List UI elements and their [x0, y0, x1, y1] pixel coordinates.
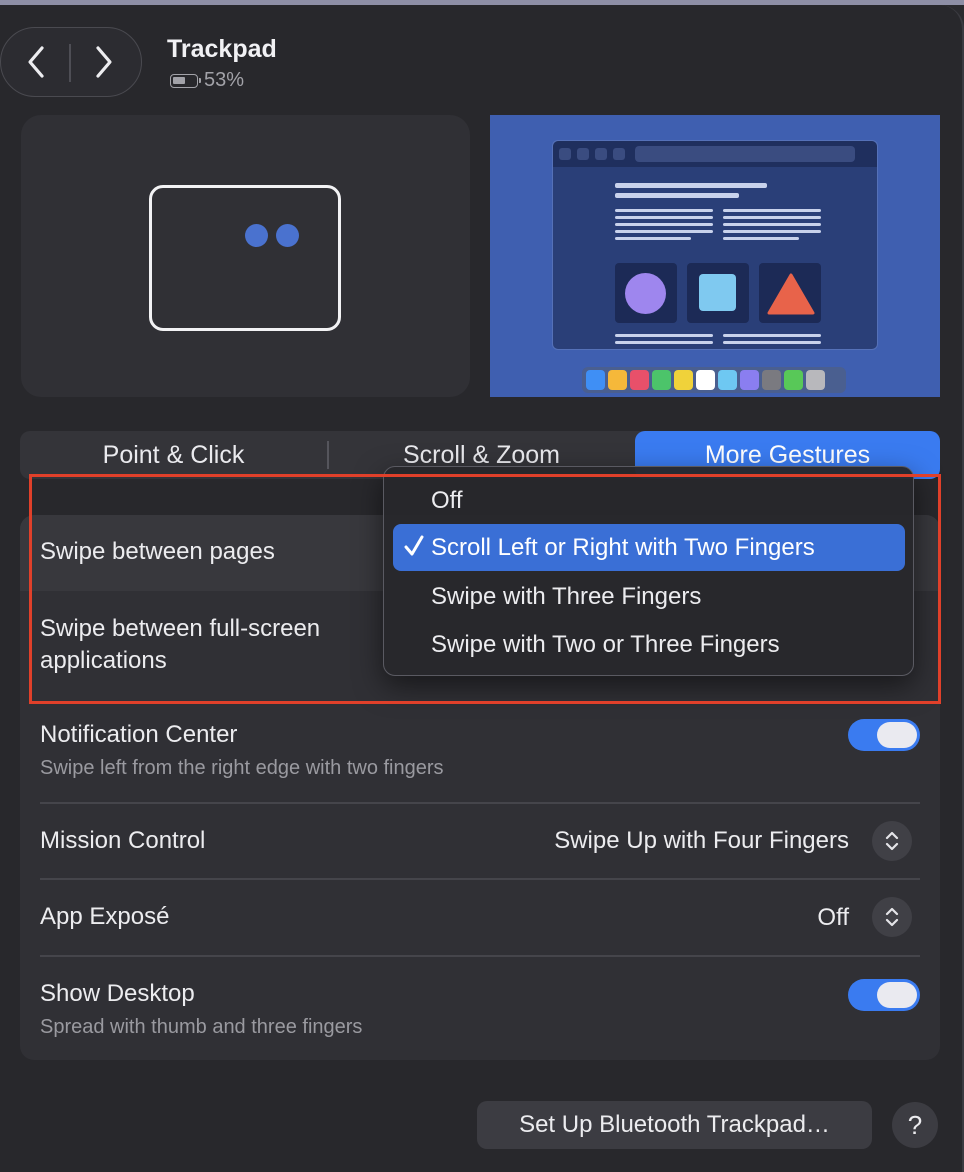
app-expose-stepper[interactable] [872, 897, 912, 937]
app-expose-value[interactable]: Off [817, 902, 849, 934]
preview-toolbar [553, 141, 877, 167]
preview-dock [582, 367, 846, 393]
chevron-right-icon [96, 46, 112, 78]
mission-control-label: Mission Control [40, 827, 206, 854]
dock-app-icon [586, 370, 605, 390]
preview-text-line [723, 341, 821, 344]
preview-text-line [615, 209, 713, 212]
mission-control-stepper[interactable] [872, 821, 912, 861]
preview-circle-tile [615, 263, 677, 323]
swipe-pages-label: Swipe between pages [40, 538, 275, 565]
preview-square-tile [687, 263, 749, 323]
preview-text-line [615, 223, 713, 226]
menu-item-two-fingers[interactable]: Scroll Left or Right with Two Fingers [393, 524, 905, 571]
preview-browser-window [552, 140, 878, 350]
dock-app-icon [674, 370, 693, 390]
menu-item-three-fingers[interactable]: Swipe with Three Fingers [393, 573, 905, 620]
preview-button [559, 148, 571, 160]
menu-item-off[interactable]: Off [393, 477, 905, 524]
back-button[interactable] [11, 38, 61, 86]
preview-text-line [723, 209, 821, 212]
preview-text-line [615, 341, 713, 344]
dock-app-icon [608, 370, 627, 390]
preview-button [613, 148, 625, 160]
chevron-up-down-icon [885, 831, 899, 851]
preview-triangle-tile [759, 263, 821, 323]
navigation-group [0, 27, 142, 97]
circle-shape-icon [625, 273, 666, 314]
triangle-shape-icon [767, 273, 815, 315]
square-shape-icon [699, 274, 736, 311]
preview-text-line [615, 193, 739, 198]
show-desktop-description: Spread with thumb and three fingers [40, 1016, 363, 1038]
page-title: Trackpad [167, 35, 277, 63]
dock-app-icon [718, 370, 737, 390]
swipe-fullscreen-label-line1: Swipe between full-screen [40, 615, 321, 642]
notification-center-toggle[interactable] [848, 719, 920, 751]
preview-text-line [723, 223, 821, 226]
row-divider [40, 802, 920, 804]
battery-level: 53% [204, 69, 245, 91]
preview-text-line [615, 334, 713, 337]
menu-item-label: Scroll Left or Right with Two Fingers [431, 533, 815, 561]
preview-text-line [615, 230, 713, 233]
dock-app-icon [696, 370, 715, 390]
finger-dot [245, 224, 268, 247]
forward-button[interactable] [79, 38, 129, 86]
preview-text-line [615, 216, 713, 219]
preview-text-line [615, 237, 691, 240]
swipe-pages-dropdown-menu: Off Scroll Left or Right with Two Finger… [383, 466, 914, 676]
swipe-fullscreen-label-line2: applications [40, 647, 167, 674]
settings-window: Trackpad 53% Point & Click Scroll & Zoom… [0, 5, 964, 1172]
nav-divider [69, 44, 71, 82]
show-desktop-toggle[interactable] [848, 979, 920, 1011]
finger-dot [276, 224, 299, 247]
preview-text-line [723, 237, 799, 240]
app-expose-label: App Exposé [40, 903, 170, 930]
dock-app-icon [784, 370, 803, 390]
gesture-illustration [21, 115, 470, 397]
preview-text-line [723, 334, 821, 337]
chevron-up-down-icon [885, 907, 899, 927]
preview-text-line [723, 230, 821, 233]
chevron-left-icon [28, 46, 44, 78]
battery-icon [170, 73, 201, 88]
row-divider [40, 955, 920, 957]
preview-text-line [723, 216, 821, 219]
preview-address-bar [635, 146, 855, 162]
row-divider [40, 878, 920, 880]
preview-text-line [615, 183, 767, 188]
dock-app-icon [806, 370, 825, 390]
dock-app-icon [740, 370, 759, 390]
help-button[interactable]: ? [892, 1102, 938, 1148]
menu-item-two-or-three-fingers[interactable]: Swipe with Two or Three Fingers [393, 621, 905, 668]
preview-button [577, 148, 589, 160]
setup-bluetooth-trackpad-button[interactable]: Set Up Bluetooth Trackpad… [477, 1101, 872, 1149]
battery-status: 53% [170, 69, 244, 92]
notification-center-label: Notification Center [40, 721, 238, 748]
dock-app-icon [630, 370, 649, 390]
mission-control-value[interactable]: Swipe Up with Four Fingers [554, 825, 849, 857]
dock-app-icon [762, 370, 781, 390]
trackpad-icon [149, 185, 341, 331]
gesture-preview-image [490, 115, 940, 397]
show-desktop-label: Show Desktop [40, 980, 195, 1007]
dock-app-icon [652, 370, 671, 390]
tab-point-click[interactable]: Point & Click [20, 431, 327, 479]
preview-button [595, 148, 607, 160]
notification-center-description: Swipe left from the right edge with two … [40, 757, 444, 779]
checkmark-icon [404, 535, 424, 556]
